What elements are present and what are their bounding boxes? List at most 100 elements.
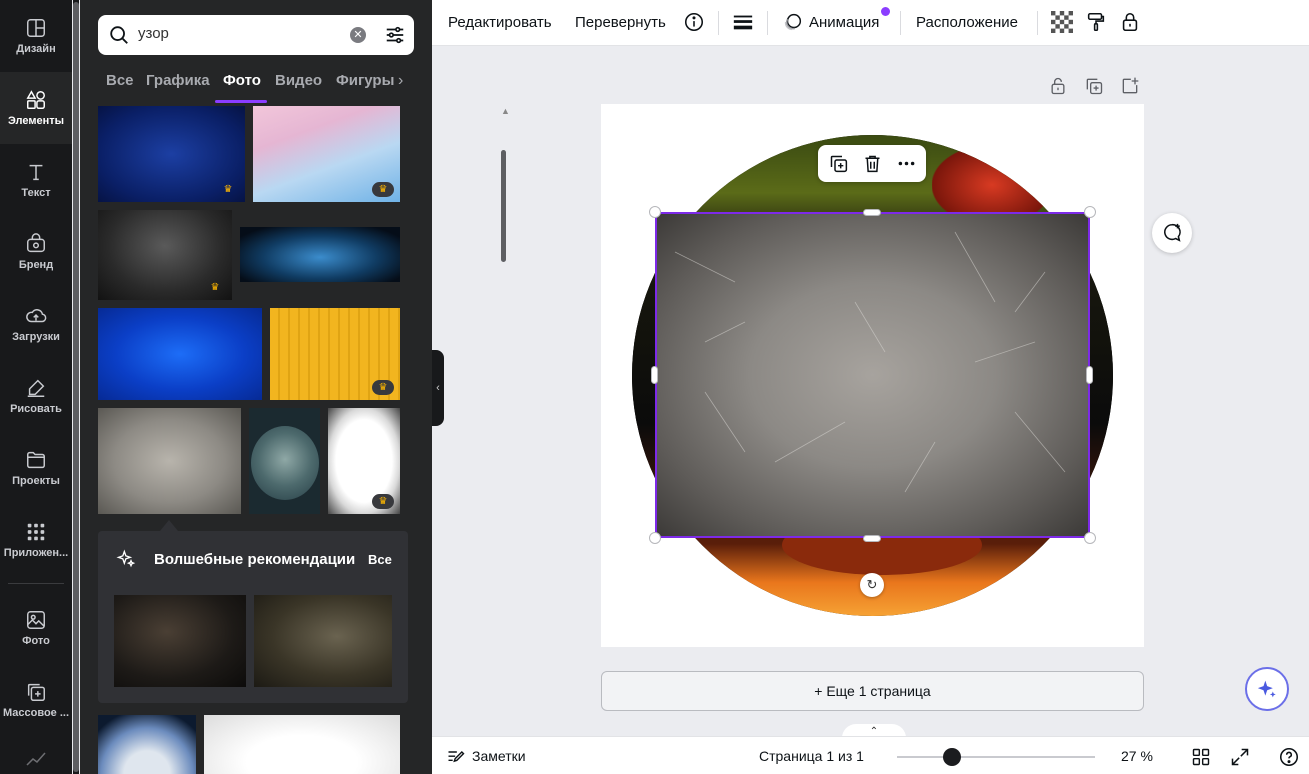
- rail-divider: [8, 583, 64, 584]
- chevron-right-icon[interactable]: ›: [398, 72, 403, 90]
- magic-recommendations: Волшебные рекомендации Все: [98, 531, 408, 703]
- tab-shapes[interactable]: Фигуры: [336, 72, 394, 89]
- magic-assistant-button[interactable]: [1245, 667, 1289, 711]
- photo-thumbnail[interactable]: ♛: [98, 106, 245, 202]
- comment-plus-icon: [1164, 223, 1181, 242]
- photo-thumbnail[interactable]: ♛: [98, 210, 232, 300]
- tab-graphics[interactable]: Графика: [146, 72, 210, 89]
- resize-handle-bottom-right[interactable]: [1084, 532, 1096, 544]
- resize-handle-right[interactable]: [1086, 366, 1093, 384]
- add-comment-button[interactable]: [1152, 213, 1192, 253]
- sparkles-icon: [116, 549, 136, 568]
- photo-thumbnail[interactable]: [98, 715, 196, 774]
- search-icon: [110, 26, 128, 44]
- canvas-scrollbar[interactable]: [1301, 46, 1309, 736]
- rail-item-draw[interactable]: Рисовать: [0, 360, 72, 432]
- duplicate-page-icon[interactable]: [1084, 76, 1104, 96]
- search-input[interactable]: [138, 25, 358, 42]
- see-all-link[interactable]: Все: [368, 552, 392, 567]
- selection-box[interactable]: [655, 212, 1090, 538]
- duplicate-icon[interactable]: [828, 153, 849, 174]
- page-indicator[interactable]: Страница 1 из 1: [759, 748, 864, 764]
- photo-thumbnail[interactable]: ♛: [328, 408, 400, 514]
- rail-item-brand[interactable]: Бренд: [0, 216, 72, 288]
- tab-all[interactable]: Все: [106, 72, 134, 89]
- photo-thumbnail[interactable]: ♛: [253, 106, 400, 202]
- flip-button[interactable]: Перевернуть: [575, 14, 666, 31]
- resize-handle-top-left[interactable]: [649, 206, 661, 218]
- notes-icon[interactable]: [446, 747, 466, 767]
- rail-scrollbar[interactable]: [73, 0, 79, 774]
- add-page-button[interactable]: + Еще 1 страница: [601, 671, 1144, 711]
- resize-handle-bottom-left[interactable]: [649, 532, 661, 544]
- photo-thumbnail[interactable]: [254, 595, 392, 687]
- shapes-icon: [26, 90, 45, 109]
- trash-icon[interactable]: [862, 153, 883, 174]
- clear-search-icon[interactable]: ✕: [350, 27, 366, 43]
- tab-videos[interactable]: Видео: [275, 72, 322, 89]
- side-rail: Дизайн Элементы Текст Бренд Загрузки Рис…: [0, 0, 72, 774]
- photo-thumbnail[interactable]: [240, 227, 400, 282]
- folder-icon: [27, 451, 45, 469]
- position-button[interactable]: Расположение: [916, 14, 1018, 31]
- fullscreen-icon[interactable]: [1230, 747, 1250, 767]
- photo-thumbnail[interactable]: [98, 408, 241, 514]
- transparency-icon[interactable]: [1051, 11, 1073, 33]
- search-box: ✕: [98, 15, 414, 55]
- collapse-panel-button[interactable]: ‹: [432, 350, 444, 426]
- magic-pointer: [160, 520, 178, 531]
- category-tabs: Все Графика Фото Видео Фигуры ›: [98, 64, 418, 104]
- notes-button[interactable]: Заметки: [472, 748, 526, 764]
- rail-item-uploads[interactable]: Загрузки: [0, 288, 72, 360]
- photo-thumbnail[interactable]: [204, 715, 400, 774]
- resize-handle-left[interactable]: [651, 366, 658, 384]
- apps-grid-icon: [27, 523, 45, 541]
- rail-item-label: Элементы: [7, 115, 65, 127]
- photo-thumbnail[interactable]: [114, 595, 246, 687]
- paint-roller-icon[interactable]: [1085, 11, 1107, 33]
- text-icon: [29, 164, 43, 181]
- premium-crown-icon: ♛: [372, 182, 394, 197]
- panel-scrollbar[interactable]: ▲: [501, 106, 510, 774]
- info-icon[interactable]: [683, 11, 705, 33]
- resize-handle-bottom[interactable]: [863, 535, 881, 542]
- active-tab-indicator: [215, 100, 267, 103]
- rail-item-bulk-create[interactable]: Массовое ...: [0, 664, 72, 736]
- premium-crown-icon: ♛: [223, 184, 233, 195]
- animation-icon[interactable]: [782, 11, 804, 33]
- resize-handle-top-right[interactable]: [1084, 206, 1096, 218]
- filter-icon[interactable]: [384, 24, 406, 46]
- add-page-icon[interactable]: [1120, 76, 1140, 96]
- rail-item-photos[interactable]: Фото: [0, 592, 72, 664]
- animation-button[interactable]: Анимация: [809, 14, 879, 31]
- scroll-up-icon[interactable]: ▲: [501, 106, 510, 116]
- resize-handle-top[interactable]: [863, 209, 881, 216]
- rail-item-label: Текст: [21, 187, 51, 199]
- zoom-level[interactable]: 27 %: [1121, 748, 1153, 764]
- rail-item-label: Загрузки: [12, 331, 60, 343]
- rotate-handle-icon[interactable]: ↻: [860, 573, 884, 597]
- lock-page-icon[interactable]: [1048, 76, 1068, 96]
- context-toolbar: Редактировать Перевернуть Анимация Распо…: [432, 0, 1309, 46]
- zoom-slider-knob[interactable]: [943, 748, 961, 766]
- zoom-slider[interactable]: [897, 756, 1095, 758]
- photo-icon: [27, 611, 45, 629]
- border-style-icon[interactable]: [732, 11, 754, 33]
- tab-photos[interactable]: Фото: [223, 72, 261, 89]
- rail-item-projects[interactable]: Проекты: [0, 432, 72, 504]
- help-icon[interactable]: [1278, 746, 1300, 768]
- photo-thumbnail[interactable]: [98, 308, 262, 400]
- grid-view-icon[interactable]: [1191, 747, 1211, 767]
- rail-item-apps[interactable]: Приложен...: [0, 504, 72, 576]
- rail-item-design[interactable]: Дизайн: [0, 0, 72, 72]
- photo-thumbnail[interactable]: ♛: [270, 308, 400, 400]
- premium-crown-icon: ♛: [372, 380, 394, 395]
- rail-item-text[interactable]: Текст: [0, 144, 72, 216]
- chart-icon[interactable]: [26, 752, 46, 766]
- more-options-icon[interactable]: [896, 153, 917, 174]
- edit-button[interactable]: Редактировать: [448, 14, 552, 31]
- lock-icon[interactable]: [1119, 11, 1141, 33]
- magic-title: Волшебные рекомендации: [154, 551, 356, 568]
- photo-thumbnail[interactable]: [249, 408, 320, 514]
- rail-item-elements[interactable]: Элементы: [0, 72, 72, 144]
